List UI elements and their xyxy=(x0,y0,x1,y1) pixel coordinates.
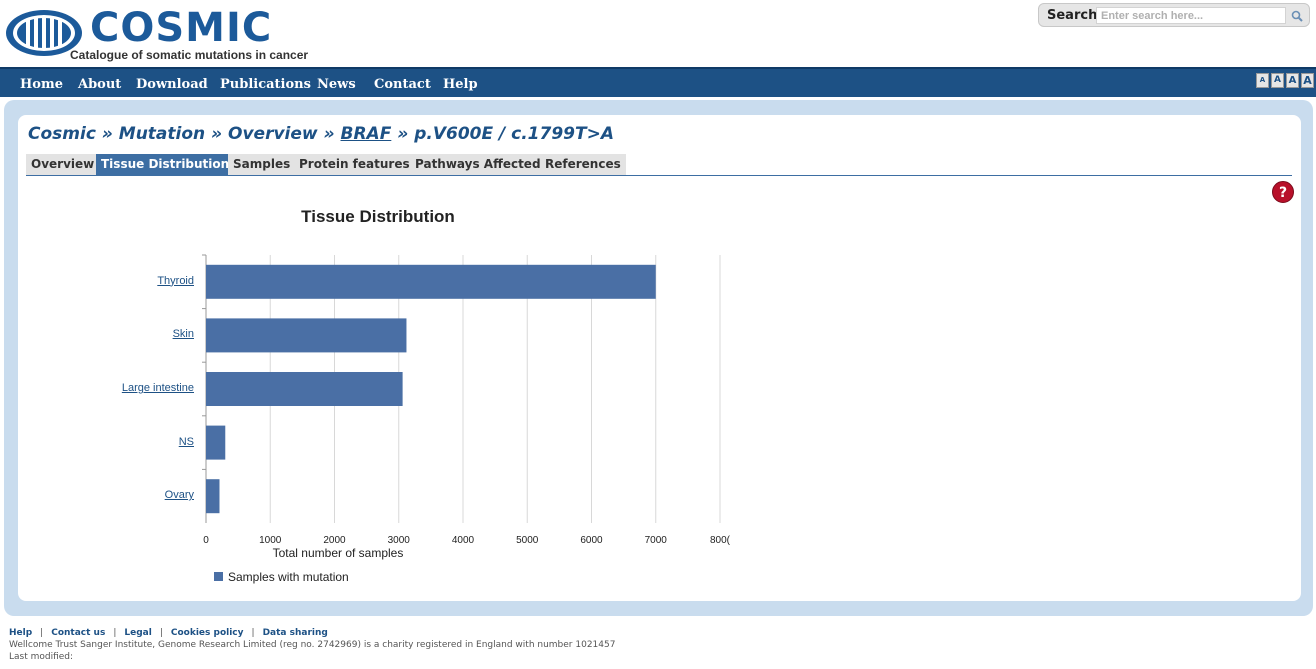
search-button[interactable] xyxy=(1288,7,1306,24)
x-tick-label: 3000 xyxy=(387,535,410,546)
tab-references[interactable]: References xyxy=(540,154,627,175)
main-nav: Home About Download Publications News Co… xyxy=(0,67,1316,97)
footer-link-help[interactable]: Help xyxy=(9,628,32,638)
footer-last-modified: Last modified: xyxy=(9,652,74,662)
footer-separator: | xyxy=(251,628,255,638)
x-tick-label: 6000 xyxy=(580,535,603,546)
tab-tissue-distribution[interactable]: Tissue Distribution xyxy=(96,154,236,175)
text-size-small-button[interactable]: A xyxy=(1271,73,1284,88)
breadcrumb-path: Cosmic » Mutation » Overview » xyxy=(28,124,341,144)
help-icon[interactable]: ? xyxy=(1272,181,1294,203)
footer-charity-text: Wellcome Trust Sanger Institute, Genome … xyxy=(9,640,616,650)
site-header: COSMIC Catalogue of somatic mutations in… xyxy=(0,0,1316,66)
text-size-large-button[interactable]: A xyxy=(1301,73,1314,88)
logo-wordmark: COSMIC xyxy=(90,5,273,51)
footer-links: Help | Contact us | Legal | Cookies policy | Dat… xyxy=(9,628,615,638)
breadcrumb-mutation: » p.V600E / c.1799T>A xyxy=(391,124,614,144)
nav-home[interactable]: Home xyxy=(20,77,63,92)
logo-subtitle: Catalogue of somatic mutations in cancer xyxy=(70,48,309,62)
footer-separator: | xyxy=(159,628,163,638)
text-size-medium-button[interactable]: A xyxy=(1286,73,1299,88)
content-frame: Cosmic » Mutation » Overview » BRAF » p.… xyxy=(4,100,1313,616)
tab-pathways-affected[interactable]: Pathways Affected xyxy=(410,154,547,175)
x-tick-label: 1000 xyxy=(259,535,282,546)
nav-about[interactable]: About xyxy=(78,77,121,92)
text-size-xsmall-button[interactable]: A xyxy=(1256,73,1269,88)
tab-underline xyxy=(26,175,1292,176)
footer-link-contact-us[interactable]: Contact us xyxy=(51,628,105,638)
x-tick-label: 0 xyxy=(203,535,209,546)
legend-swatch xyxy=(214,572,223,581)
footer-separator: | xyxy=(113,628,117,638)
nav-publications[interactable]: Publications xyxy=(220,77,311,92)
nav-download[interactable]: Download xyxy=(136,77,208,92)
tab-overview[interactable]: Overview xyxy=(26,154,101,175)
cosmic-logo[interactable]: COSMIC Catalogue of somatic mutations in… xyxy=(4,6,334,62)
footer-link-legal[interactable]: Legal xyxy=(124,628,151,638)
nav-contact[interactable]: Contact xyxy=(374,77,431,92)
nav-help[interactable]: Help xyxy=(443,77,478,92)
search-label: Search xyxy=(1047,8,1098,23)
legend-label: Samples with mutation xyxy=(228,570,349,584)
tissue-distribution-chart: Tissue Distribution Thyroid Skin Large int… xyxy=(18,185,778,605)
breadcrumb-gene-link[interactable]: BRAF xyxy=(341,124,392,144)
magnifier-icon xyxy=(1291,10,1303,22)
chart-tick-labels: 0 1000 2000 3000 4000 5000 6000 7000 800( xyxy=(18,185,778,605)
x-tick-label: 4000 xyxy=(451,535,475,546)
content-panel: Cosmic » Mutation » Overview » BRAF » p.… xyxy=(18,115,1301,601)
x-tick-label: 5000 xyxy=(516,535,539,546)
site-footer: Help | Contact us | Legal | Cookies policy | Dat… xyxy=(9,628,615,662)
chart-legend: Samples with mutation xyxy=(214,570,349,584)
x-tick-label: 800( xyxy=(709,535,730,546)
search-input[interactable] xyxy=(1096,7,1286,24)
footer-link-cookies-policy[interactable]: Cookies policy xyxy=(171,628,244,638)
nav-news[interactable]: News xyxy=(317,77,356,92)
chart-x-axis-label: Total number of samples xyxy=(272,546,404,560)
tab-protein-features[interactable]: Protein features xyxy=(294,154,416,175)
breadcrumb: Cosmic » Mutation » Overview » BRAF » p.… xyxy=(28,124,614,144)
footer-separator: | xyxy=(40,628,44,638)
x-tick-label: 7000 xyxy=(644,535,667,546)
x-tick-label: 2000 xyxy=(323,535,346,546)
footer-link-data-sharing[interactable]: Data sharing xyxy=(263,628,328,638)
search-box: Search xyxy=(1038,3,1310,27)
tab-samples[interactable]: Samples xyxy=(228,154,297,175)
